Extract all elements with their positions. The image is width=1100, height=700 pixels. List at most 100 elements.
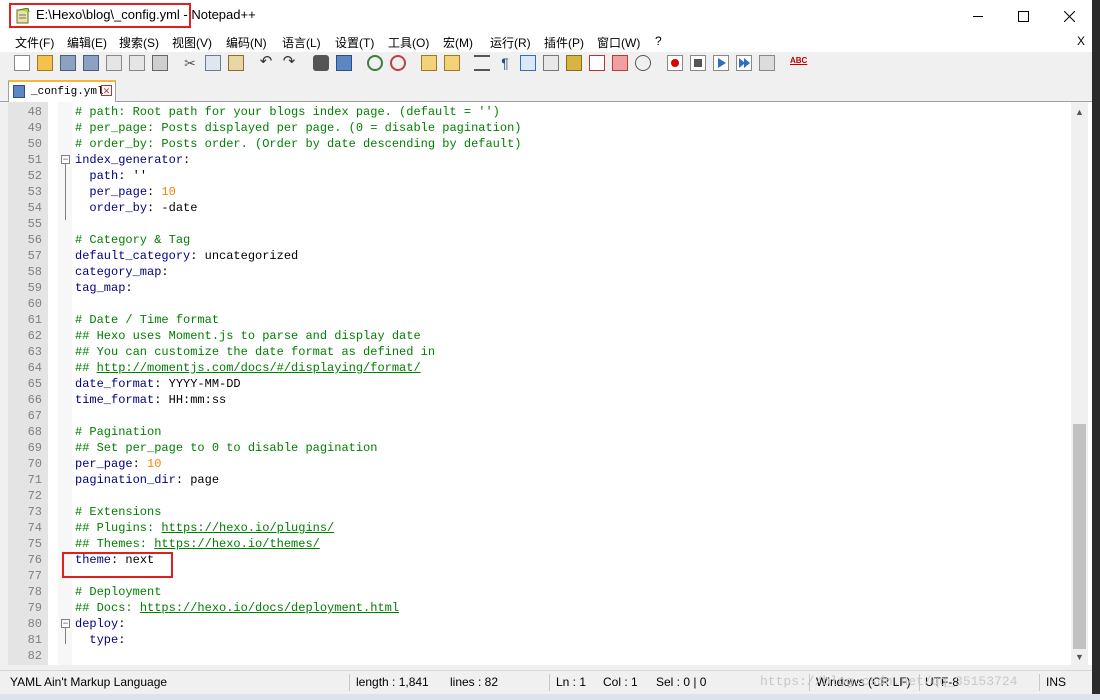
code-line: ## Hexo uses Moment.js to parse and disp… — [75, 328, 421, 344]
new-file-icon[interactable] — [14, 55, 30, 71]
line-number: 57 — [27, 249, 42, 263]
copy-icon[interactable] — [205, 55, 221, 71]
comment-text: ## Hexo uses Moment.js to parse and disp… — [75, 329, 421, 343]
line-number: 80 — [27, 617, 42, 631]
menu-run[interactable]: 运行(R) — [490, 34, 531, 51]
yaml-key: per_page — [75, 457, 133, 471]
menu-plugins[interactable]: 插件(P) — [544, 34, 584, 51]
save-macro-icon[interactable] — [759, 55, 775, 71]
code-line: date_format: YYYY-MM-DD — [75, 376, 241, 392]
find-icon[interactable] — [313, 55, 329, 71]
stop-macro-icon[interactable] — [690, 55, 706, 71]
paste-icon[interactable] — [228, 55, 244, 71]
code-line: order_by: -date — [75, 200, 197, 216]
replace-icon[interactable] — [336, 55, 352, 71]
open-file-icon[interactable] — [37, 55, 53, 71]
close-document-button[interactable]: X — [1077, 34, 1085, 48]
line-number: 64 — [27, 361, 42, 375]
menu-view[interactable]: 视图(V) — [172, 34, 212, 51]
scroll-down-icon[interactable]: ▼ — [1075, 652, 1084, 662]
scrollbar-thumb[interactable] — [1073, 424, 1086, 649]
menu-file[interactable]: 文件(F) — [15, 34, 54, 51]
menu-help[interactable]: ? — [655, 34, 662, 48]
toolbar: ✂ ↶ ↷ ¶ ABC — [0, 52, 1092, 76]
line-number: 62 — [27, 329, 42, 343]
zoom-out-icon[interactable] — [390, 55, 406, 71]
comment-text: ## Set per_page to 0 to disable paginati… — [75, 441, 378, 455]
menu-search[interactable]: 搜索(S) — [119, 34, 159, 51]
show-all-chars-icon[interactable]: ¶ — [497, 55, 513, 71]
tab-bar: _config.yml ✕ — [0, 76, 1092, 102]
indent-guide-icon[interactable] — [520, 55, 536, 71]
menu-edit[interactable]: 编辑(E) — [67, 34, 107, 51]
fold-toggle-index-generator[interactable]: − — [61, 155, 70, 164]
hyperlink[interactable]: https://hexo.io/themes/ — [154, 537, 320, 551]
monitor-icon[interactable] — [635, 55, 651, 71]
watermark: https://blog.csdn.net/qq_35153724 — [760, 674, 1018, 689]
zoom-in-icon[interactable] — [367, 55, 383, 71]
status-lines: lines : 82 — [450, 675, 499, 689]
doc-map-icon[interactable] — [566, 55, 582, 71]
menu-settings[interactable]: 设置(T) — [335, 34, 374, 51]
yaml-value: page — [190, 473, 220, 487]
line-number: 70 — [27, 457, 42, 471]
sync-h-icon[interactable] — [444, 55, 460, 71]
udl-icon[interactable] — [543, 55, 559, 71]
menu-encoding[interactable]: 编码(N) — [226, 34, 267, 51]
code-line: category_map: — [75, 264, 169, 280]
yaml-key: index_generator — [75, 153, 184, 167]
menu-tools[interactable]: 工具(O) — [388, 34, 429, 51]
code-line: ## Docs: https://hexo.io/docs/deployment… — [75, 600, 399, 616]
function-list-icon[interactable] — [589, 55, 605, 71]
menu-macro[interactable]: 宏(M) — [443, 34, 473, 51]
redo-icon[interactable]: ↷ — [281, 54, 297, 71]
code-line: path: '' — [75, 168, 147, 184]
comment-text: # order_by: Posts order. (Order by date … — [75, 137, 522, 151]
status-divider — [349, 674, 350, 691]
menu-language[interactable]: 语言(L) — [282, 34, 321, 51]
yaml-separator: : — [118, 633, 126, 647]
line-number: 54 — [27, 201, 42, 215]
print-icon[interactable] — [152, 55, 168, 71]
undo-icon[interactable]: ↶ — [258, 54, 274, 71]
maximize-button[interactable] — [1000, 0, 1046, 32]
code-line: ## http://momentjs.com/docs/#/displaying… — [75, 360, 421, 376]
line-number: 48 — [27, 105, 42, 119]
spell-check-icon[interactable]: ABC — [790, 55, 807, 71]
line-number: 68 — [27, 425, 42, 439]
menu-window[interactable]: 窗口(W) — [597, 34, 640, 51]
comment-text: # Date / Time format — [75, 313, 220, 327]
code-line: # order_by: Posts order. (Order by date … — [75, 136, 521, 152]
close-icon[interactable] — [106, 55, 122, 71]
word-wrap-icon[interactable] — [474, 55, 490, 71]
minimize-button[interactable] — [955, 0, 1001, 32]
line-number: 77 — [27, 569, 42, 583]
comment-text: # path: Root path for your blogs index p… — [75, 105, 500, 119]
cut-icon[interactable]: ✂ — [182, 55, 198, 71]
line-number: 79 — [27, 601, 42, 615]
code-line: type: — [75, 632, 125, 648]
save-all-icon[interactable] — [83, 55, 99, 71]
play-macro-icon[interactable] — [713, 55, 729, 71]
line-number: 52 — [27, 169, 42, 183]
hyperlink[interactable]: http://momentjs.com/docs/#/displaying/fo… — [97, 361, 421, 375]
hyperlink[interactable]: https://hexo.io/plugins/ — [161, 521, 334, 535]
record-macro-icon[interactable] — [667, 55, 683, 71]
status-mode: INS — [1046, 675, 1067, 689]
sync-v-icon[interactable] — [421, 55, 437, 71]
code-line: pagination_dir: page — [75, 472, 219, 488]
close-all-icon[interactable] — [129, 55, 145, 71]
run-macro-multi-icon[interactable] — [736, 55, 752, 71]
hyperlink[interactable]: https://hexo.io/docs/deployment.html — [140, 601, 399, 615]
fold-toggle-deploy[interactable]: − — [61, 619, 70, 628]
close-window-button[interactable] — [1046, 0, 1092, 32]
comment-text: # Pagination — [75, 425, 162, 439]
tab-close-icon[interactable]: ✕ — [101, 85, 112, 96]
tab-config-yml[interactable]: _config.yml ✕ — [8, 80, 116, 102]
save-icon[interactable] — [60, 55, 76, 71]
yaml-separator: : — [125, 281, 133, 295]
annotation-highlight-theme — [62, 552, 173, 578]
scroll-up-icon[interactable]: ▲ — [1075, 107, 1084, 117]
folder-workspace-icon[interactable] — [612, 55, 628, 71]
line-number: 78 — [27, 585, 42, 599]
